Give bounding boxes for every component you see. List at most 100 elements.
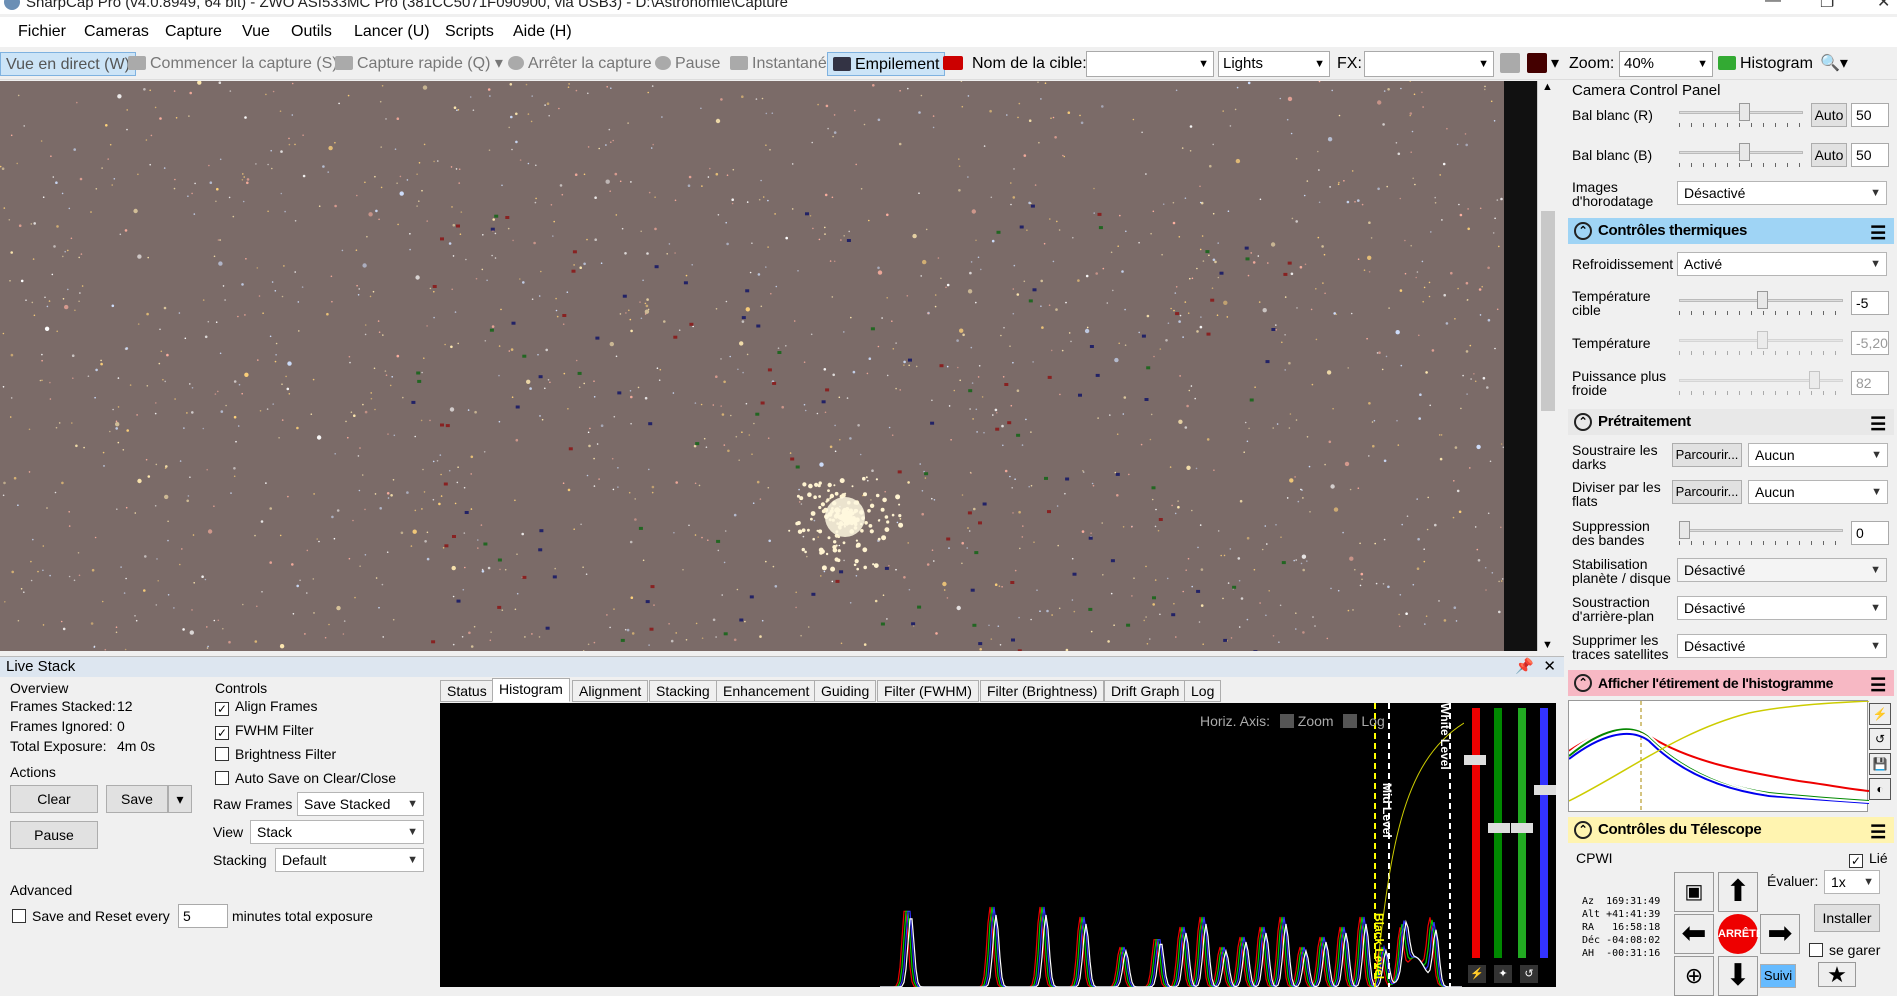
- target-temp-slider[interactable]: [1679, 291, 1843, 315]
- start-capture-button[interactable]: Commencer la capture (S): [128, 52, 338, 76]
- red-level-bar[interactable]: [1472, 708, 1480, 958]
- tab-alignment[interactable]: Alignment: [572, 680, 649, 702]
- pin-icon[interactable]: 📌: [1515, 657, 1534, 677]
- auto-save-checkbox[interactable]: Auto Save on Clear/Close: [215, 771, 396, 785]
- telescope-section-header[interactable]: ⌃ Contrôles du Télescope ☰: [1568, 817, 1894, 843]
- stacking-button[interactable]: Empilement: [827, 52, 946, 76]
- banding-slider[interactable]: [1679, 521, 1843, 545]
- green2-level-bar[interactable]: [1518, 708, 1526, 958]
- reticle-icon[interactable]: ▾: [1527, 52, 1559, 76]
- view-select[interactable]: Stack ▼: [250, 820, 424, 844]
- wb-blue-input[interactable]: 50: [1851, 143, 1889, 167]
- stretch-histogram[interactable]: [1568, 700, 1870, 813]
- banding-input[interactable]: 0: [1851, 521, 1889, 545]
- lightning-icon[interactable]: ⚡: [1468, 965, 1486, 983]
- stop-button[interactable]: ARRÊTE: [1718, 914, 1763, 954]
- close-icon[interactable]: ✕: [1543, 657, 1556, 677]
- menu-icon[interactable]: ☰: [1870, 220, 1886, 246]
- pause-stack-button[interactable]: Pause: [10, 821, 98, 849]
- blue-level-handle[interactable]: [1534, 785, 1556, 795]
- minimize-icon[interactable]: —: [1765, 0, 1781, 10]
- tracking-button[interactable]: Suivi: [1760, 964, 1796, 988]
- tab-status[interactable]: Status: [440, 680, 494, 702]
- brightness-filter-checkbox[interactable]: Brightness Filter: [215, 747, 336, 761]
- stacking-select[interactable]: Default ▼: [275, 848, 424, 872]
- image-viewer[interactable]: [0, 81, 1504, 651]
- menu-aide[interactable]: Aide (H): [513, 23, 572, 41]
- timestamp-select[interactable]: Désactivé ▼: [1677, 181, 1887, 205]
- cooling-select[interactable]: Activé ▼: [1677, 252, 1887, 276]
- menu-scripts[interactable]: Scripts: [445, 23, 494, 41]
- collapse-icon[interactable]: ⌃: [1574, 413, 1592, 431]
- menu-capture[interactable]: Capture: [165, 23, 222, 41]
- pause-button[interactable]: Pause: [655, 52, 720, 76]
- wb-blue-slider[interactable]: [1679, 143, 1803, 167]
- tab-histogram[interactable]: Histogram: [492, 678, 570, 702]
- preproc-section-header[interactable]: ⌃ Prétraitement ☰: [1568, 409, 1894, 435]
- collapse-icon[interactable]: ⌃: [1574, 674, 1592, 692]
- green2-level-handle[interactable]: [1511, 823, 1533, 833]
- tools-icon[interactable]: 🔍▾: [1820, 52, 1848, 76]
- color-level-sliders[interactable]: ⚡ ✦ ↺: [1464, 703, 1556, 987]
- reset-icon[interactable]: ↺: [1869, 728, 1891, 750]
- darks-browse-button[interactable]: Parcourir...: [1672, 443, 1742, 467]
- goto-icon[interactable]: ▣: [1674, 872, 1714, 912]
- menu-icon[interactable]: ☰: [1870, 819, 1886, 845]
- menu-icon[interactable]: ☰: [1870, 672, 1886, 698]
- quick-capture-button[interactable]: Capture rapide (Q) ▾: [335, 52, 503, 76]
- stretch-section-header[interactable]: ⌃ Afficher l'étirement de l'histogramme ☰: [1568, 670, 1894, 696]
- tab-enhancement[interactable]: Enhancement: [716, 680, 817, 702]
- green-level-handle[interactable]: [1488, 823, 1510, 833]
- histogram-button[interactable]: Histogram: [1718, 52, 1813, 76]
- contrast-icon[interactable]: ◐: [1869, 778, 1891, 800]
- west-arrow-icon[interactable]: ⬅: [1674, 914, 1714, 954]
- save-icon[interactable]: 💾: [1869, 753, 1891, 775]
- menu-vue[interactable]: Vue: [242, 23, 270, 41]
- viewer-scrollbar[interactable]: ▲ ▼: [1537, 81, 1557, 651]
- tab-drift-graph[interactable]: Drift Graph: [1104, 680, 1187, 702]
- red-level-handle[interactable]: [1464, 755, 1486, 765]
- scroll-thumb[interactable]: [1541, 211, 1555, 411]
- blue-level-bar[interactable]: [1540, 708, 1548, 958]
- snapshot-button[interactable]: Instantané: [730, 52, 827, 76]
- collapse-icon[interactable]: ⌃: [1574, 222, 1592, 240]
- scroll-down-icon[interactable]: ▼: [1538, 639, 1557, 651]
- stack-histogram[interactable]: Horiz. Axis: Zoom Log Mid Level White Le…: [440, 703, 1464, 987]
- live-view-button[interactable]: Vue en direct (W): [0, 52, 136, 76]
- reset-icon[interactable]: ↺: [1520, 965, 1538, 983]
- east-arrow-icon[interactable]: ➡: [1760, 914, 1800, 954]
- save-reset-input[interactable]: 5: [178, 904, 228, 928]
- sat-select[interactable]: Désactivé ▼: [1677, 634, 1887, 658]
- rate-select[interactable]: 1x ▼: [1824, 870, 1880, 894]
- grid-icon[interactable]: [1500, 52, 1524, 76]
- align-frames-checkbox[interactable]: ✓ Align Frames: [215, 699, 317, 716]
- wb-red-slider[interactable]: [1679, 103, 1803, 127]
- flats-select[interactable]: Aucun ▼: [1748, 480, 1888, 504]
- north-arrow-icon[interactable]: ⬆: [1718, 872, 1758, 912]
- menu-lancer[interactable]: Lancer (U): [354, 23, 430, 41]
- flats-browse-button[interactable]: Parcourir...: [1672, 480, 1742, 504]
- park-checkbox[interactable]: se garer: [1809, 943, 1880, 957]
- tab-filter-fwhm[interactable]: Filter (FWHM): [877, 680, 979, 702]
- darks-select[interactable]: Aucun ▼: [1748, 443, 1888, 467]
- favorite-icon[interactable]: ★: [1818, 962, 1856, 987]
- close-icon[interactable]: ✕: [1877, 0, 1890, 12]
- clear-button[interactable]: Clear: [10, 785, 98, 813]
- lightning-icon[interactable]: ⚡: [1869, 703, 1891, 725]
- linked-checkbox[interactable]: ✓ Lié: [1849, 851, 1888, 868]
- thermal-section-header[interactable]: ⌃ Contrôles thermiques ☰: [1568, 218, 1894, 244]
- crosshair-icon[interactable]: ⊕: [1674, 956, 1714, 996]
- zoom-checkbox[interactable]: [1279, 714, 1294, 728]
- fx-combo[interactable]: ▼: [1364, 51, 1494, 77]
- collapse-icon[interactable]: ⌃: [1574, 821, 1592, 839]
- menu-cameras[interactable]: Cameras: [84, 23, 149, 41]
- tab-stacking[interactable]: Stacking: [649, 680, 717, 702]
- stop-capture-button[interactable]: Arrêter la capture: [508, 52, 652, 76]
- wb-red-auto-button[interactable]: Auto: [1811, 103, 1847, 127]
- menu-outils[interactable]: Outils: [291, 23, 332, 41]
- maximize-icon[interactable]: ❐: [1820, 0, 1834, 12]
- fwhm-filter-checkbox[interactable]: ✓ FWHM Filter: [215, 723, 314, 740]
- save-reset-checkbox[interactable]: Save and Reset every: [12, 909, 170, 923]
- wb-red-input[interactable]: 50: [1851, 103, 1889, 127]
- target-name-combo[interactable]: ▼: [1086, 51, 1214, 77]
